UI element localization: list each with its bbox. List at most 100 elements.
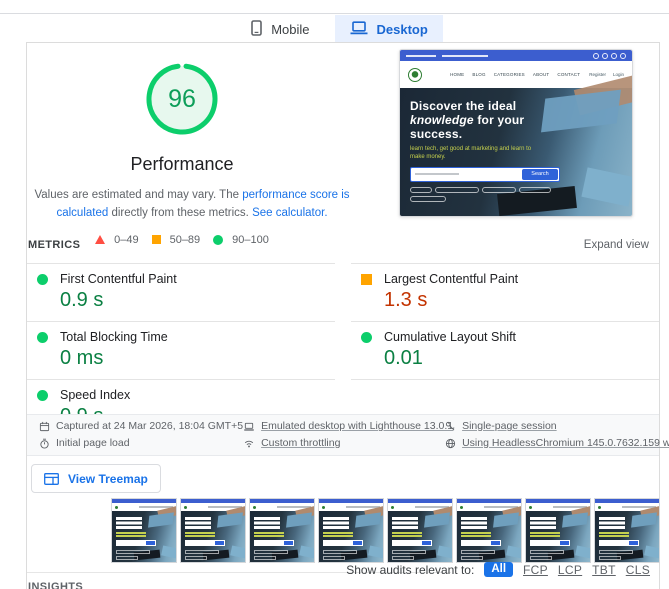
hero-line-2: knowledge for your [410,112,560,128]
audit-filter-tbt[interactable]: TBT [592,563,616,577]
report-card: 96 Performance Values are estimated and … [26,42,669,589]
metric-fcp-value: 0.9 s [60,289,104,311]
env-initial-load-label: Initial page load [56,437,130,449]
env-captured: Captured at 24 Mar 2026, 18:04 GMT+5 [39,420,243,432]
env-column-3: Single-page session Using HeadlessChromi… [445,420,669,455]
performance-gauge[interactable]: 96 [146,63,218,135]
preview-auth-links: Register Login [589,72,624,77]
preview-tag-pills-2 [410,195,560,202]
calendar-icon [39,421,50,431]
stopwatch-icon [40,438,49,449]
metric-tbt-label: Total Blocking Time [60,330,168,344]
hero-subtext: learn tech, get good at marketing and le… [410,146,532,161]
devices-icon [244,422,254,431]
metrics-title: METRICS [28,239,81,251]
env-session-label[interactable]: Single-page session [462,420,557,432]
performance-title: Performance [130,154,234,174]
filmstrip-frame [456,498,522,563]
average-square-icon [361,273,372,285]
metric-fcp: First Contentful Paint 0.9 s [27,263,335,321]
performance-score: 96 [168,84,196,113]
metrics-left-column: First Contentful Paint 0.9 s Total Block… [27,263,335,437]
metric-lcp: Largest Contentful Paint 1.3 s [351,263,659,321]
preview-logo [408,67,422,82]
preview-tag-pills [410,186,560,193]
session-icon [445,421,455,430]
view-treemap-label: View Treemap [68,471,148,486]
audit-filter-cls[interactable]: CLS [626,563,650,577]
wifi-icon [244,440,254,447]
preview-menu: HOME BLOG CATEGORIES ABOUT CONTACT [450,72,580,77]
metrics-header-row: METRICS Expand view [28,239,649,251]
audit-filter-all[interactable]: All [484,562,514,577]
metric-fcp-label: First Contentful Paint [60,272,177,286]
preview-hero: Discover the ideal knowledge for your su… [400,74,632,216]
metric-cls: Cumulative Layout Shift 0.01 [351,321,659,380]
preview-topbar [400,50,632,61]
desc-text-1: Values are estimated and may vary. The [34,189,243,201]
hero-line-2-rest: for your [473,112,525,127]
preview-search-placeholder [415,173,459,176]
metric-lcp-label: Largest Contentful Paint [384,272,519,286]
pass-circle-icon [37,273,48,285]
pass-circle-icon [37,331,48,343]
env-throttling: Custom throttling [243,437,445,449]
audit-filter-row: Show audits relevant to: All FCP LCP TBT… [346,562,650,577]
env-column-1: Captured at 24 Mar 2026, 18:04 GMT+5 Ini… [39,420,243,455]
env-throttling-label[interactable]: Custom throttling [261,437,340,449]
filmstrip-frame [180,498,246,563]
view-treemap-button[interactable]: View Treemap [31,464,161,493]
env-column-2: Emulated desktop with Lighthouse 13.0.1 … [243,420,453,455]
filmstrip-frame [525,498,591,563]
env-emulation-label[interactable]: Emulated desktop with Lighthouse 13.0.1 [261,420,453,432]
preview-register: Register [589,72,606,77]
metrics-right-column: Largest Contentful Paint 1.3 s Cumulativ… [351,263,659,437]
filmstrip [111,498,660,563]
treemap-icon [44,472,59,485]
metric-tbt: Total Blocking Time 0 ms [27,321,335,379]
hero-line-1: Discover the ideal [410,99,517,113]
final-screenshot-preview[interactable]: HOME BLOG CATEGORIES ABOUT CONTACT Regis… [399,49,633,217]
metrics-grid: First Contentful Paint 0.9 s Total Block… [27,263,659,437]
desktop-laptop-icon [350,21,368,38]
score-section: 96 Performance Values are estimated and … [27,43,350,246]
hero-line-3: success. [410,126,463,141]
top-divider [0,13,669,14]
preview-nav-contact: CONTACT [557,72,581,77]
preview-nav-home: HOME [450,72,465,77]
preview-hero-text: Discover the ideal knowledge for your su… [410,99,560,202]
metric-lcp-value: 1.3 s [384,289,428,311]
pass-circle-icon [37,389,48,401]
see-calculator-link[interactable]: See calculator. [252,207,327,219]
pass-circle-icon [361,331,372,343]
audit-filter-fcp[interactable]: FCP [523,563,548,577]
env-session: Single-page session [445,420,669,432]
metric-si-label: Speed Index [60,388,131,402]
env-chromium-label[interactable]: Using HeadlessChromium 145.0.7632.159 wi… [462,437,669,449]
filmstrip-frame [249,498,315,563]
audit-filter-lcp[interactable]: LCP [558,563,582,577]
preview-social-icons [593,52,626,59]
insights-header: INSIGHTS [28,581,84,589]
env-chromium: Using HeadlessChromium 145.0.7632.159 wi… [445,437,669,449]
preview-nav-categories: CATEGORIES [493,72,525,77]
filmstrip-frame [594,498,660,563]
score-description: Values are estimated and may vary. The p… [27,187,357,223]
filmstrip-frame [318,498,384,563]
metric-cls-label: Cumulative Layout Shift [384,330,517,344]
globe-icon [445,438,456,448]
tab-mobile-label: Mobile [271,22,310,37]
environment-block: Captured at 24 Mar 2026, 18:04 GMT+5 Ini… [27,414,669,456]
expand-view-button[interactable]: Expand view [584,239,649,251]
metric-tbt-value: 0 ms [60,347,104,369]
desc-text-2: directly from these metrics. [108,206,253,219]
env-emulation: Emulated desktop with Lighthouse 13.0.1 [243,420,453,432]
filmstrip-frame [387,498,453,563]
preview-login: Login [612,72,624,77]
filmstrip-frame [111,498,177,563]
hero-line-2-em: knowledge [410,112,474,127]
preview-nav-blog: BLOG [472,72,486,77]
mobile-phone-icon [251,20,263,39]
preview-search-button: Search [522,168,558,180]
preview-nav-about: ABOUT [532,72,550,77]
